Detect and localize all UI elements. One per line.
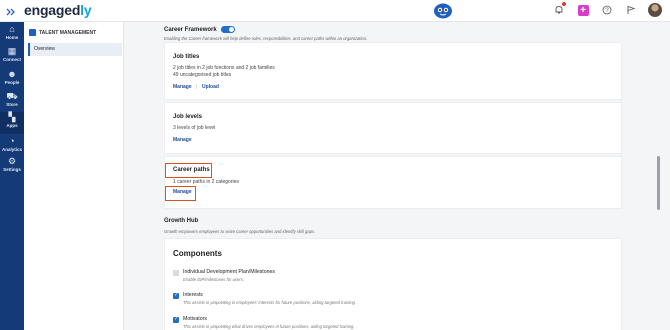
job-titles-title: Job titles [173,54,200,60]
nav-item-home[interactable]: ⌂ Home [0,24,24,46]
career-paths-summary: 1 career paths in 2 categories [173,179,239,185]
apps-icon: ▚ [8,112,16,122]
job-titles-manage-link[interactable]: Manage [173,84,192,90]
link-separator: | [196,84,198,90]
nav-label: Home [5,35,19,40]
career-framework-toggle[interactable] [220,26,235,33]
connect-icon: ▦ [7,46,17,56]
scrollbar-thumb[interactable] [657,156,660,210]
career-framework-description: Enabling the Career framework will help … [164,36,368,41]
nav-item-apps[interactable]: ▚ Apps [0,112,24,134]
nav-item-store[interactable]: ⛟ Store [0,91,24,113]
subnav-heading-label: TALENT MANAGEMENT [39,29,97,36]
component-desc: This assists in pinpointing what drives … [183,324,355,329]
analytics-icon: ◔ [9,136,15,146]
component-name: Interests [183,292,203,298]
job-levels-card: Job levels 3 levels of job level Manage [164,102,622,154]
components-title: Components [173,249,222,258]
help-icon[interactable]: ? [600,3,614,17]
component-name: Motivators [183,316,207,322]
subnav-heading: TALENT MANAGEMENT [29,29,96,36]
logo-accent: ly [80,2,92,18]
hamburger-icon[interactable] [6,5,18,17]
plus-icon[interactable]: + [576,3,590,17]
job-titles-card: Job titles 2 job titles in 2 job functio… [164,42,622,100]
components-card: Components Individual Development Plan/M… [164,238,622,330]
component-name: Individual Development Plan/Milestones [183,269,275,275]
left-nav: ⌂ Home ▦ Connect ☻ People ⛟ Store ▚ Apps ◔ Ana… [0,22,24,330]
nav-item-settings[interactable]: ⚙ Settings [0,156,24,178]
cart-icon: ⛟ [6,91,18,101]
nav-label: Store [6,102,18,107]
job-levels-title: Job levels [173,114,203,120]
nav-label: People [4,80,20,85]
avatar[interactable] [648,3,662,17]
component-desc: This assists in pinpointing in employees… [183,300,357,305]
career-paths-card: Career paths 1 career paths in 2 categor… [164,156,622,209]
sub-sidebar: TALENT MANAGEMENT Overview [24,22,124,330]
subnav-item-overview[interactable]: Overview [28,43,122,56]
job-levels-summary: 3 levels of job level [173,125,216,131]
nav-label: Apps [6,123,18,128]
job-titles-summary: 2 job titles in 2 job functions and 2 jo… [173,65,275,71]
career-framework-header: Career Framework [164,26,235,33]
nav-item-analytics[interactable]: ◔ Analytics [0,136,24,158]
job-titles-upload-link[interactable]: Upload [202,84,219,90]
component-desc: Enable IDP/milestones for users. [183,277,244,282]
job-titles-uncategorised: 49 uncategorised job titles [173,72,232,78]
career-framework-title: Career Framework [164,26,217,33]
growth-hub-title: Growth Hub [164,218,199,224]
bell-icon[interactable] [552,2,566,17]
notification-dot [562,2,566,6]
svg-text:?: ? [605,8,609,14]
idp-checkbox[interactable] [173,269,179,276]
top-bar: engagedly + ? [0,0,670,22]
nav-label: Settings [3,167,21,172]
main-content: Career Framework Enabling the Career fra… [136,22,622,330]
gear-icon: ⚙ [7,156,17,166]
nav-label: Connect [3,57,21,62]
interests-checkbox[interactable] [173,292,179,299]
career-paths-title-highlight [165,163,212,178]
talent-icon [29,29,36,36]
app-logo[interactable]: engagedly [24,2,92,18]
logo-main: engaged [24,2,81,18]
mascot-icon [433,2,453,20]
job-levels-manage-link[interactable]: Manage [173,137,192,143]
nav-item-connect[interactable]: ▦ Connect [0,46,24,68]
people-icon: ☻ [7,69,17,79]
nav-label: Analytics [1,147,22,152]
home-icon: ⌂ [9,24,15,34]
growth-hub-description: Growth empowers employees to seize caree… [164,229,316,234]
flag-icon[interactable] [624,3,638,17]
motivators-checkbox[interactable] [173,316,179,323]
career-paths-manage-highlight [165,186,196,201]
nav-item-people[interactable]: ☻ People [0,69,24,91]
